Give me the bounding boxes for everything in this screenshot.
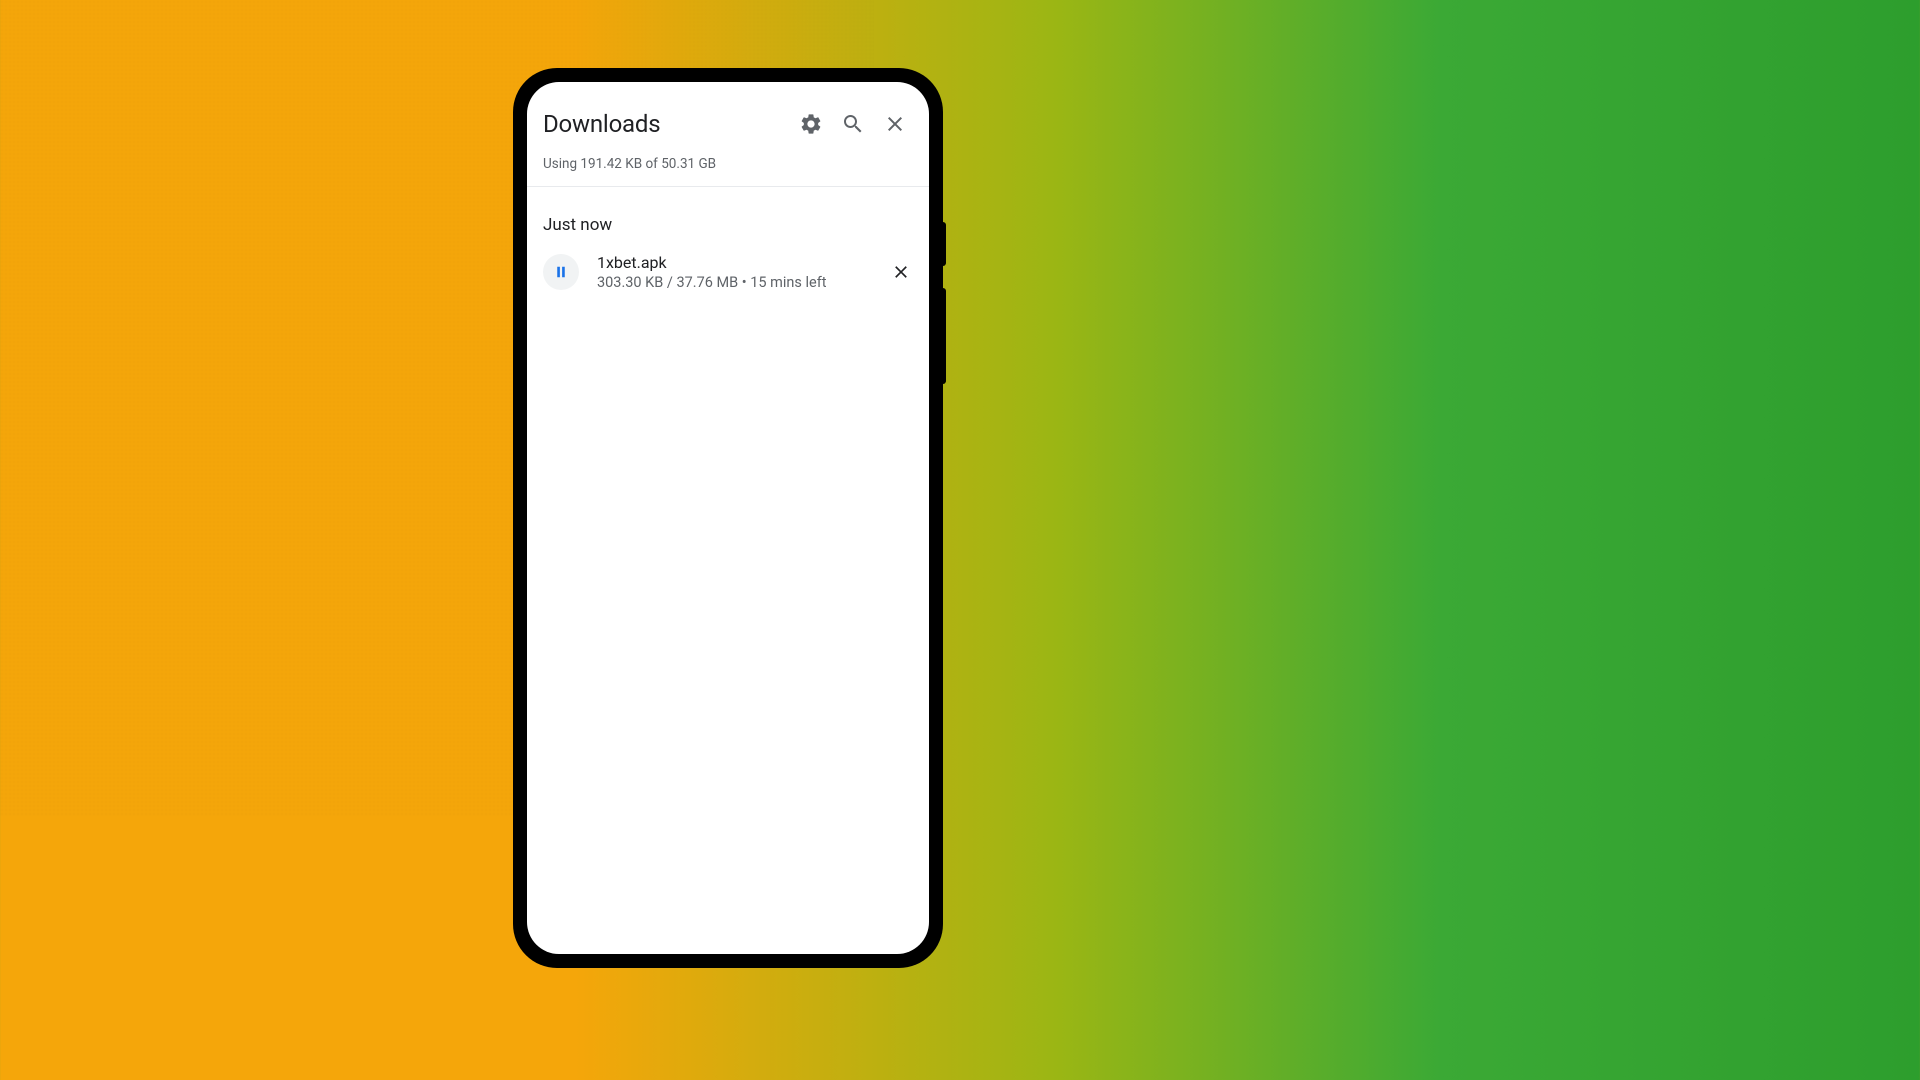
downloads-header: Downloads <box>527 82 929 150</box>
close-button[interactable] <box>883 112 907 136</box>
phone-volume-button <box>942 288 946 384</box>
search-icon <box>841 112 865 136</box>
pause-download-button[interactable] <box>543 254 579 290</box>
search-button[interactable] <box>841 112 865 136</box>
gear-icon <box>799 112 823 136</box>
cancel-download-button[interactable] <box>889 260 913 284</box>
settings-button[interactable] <box>799 112 823 136</box>
download-progress-text: 303.30 KB / 37.76 MB • 15 mins left <box>597 274 871 291</box>
download-filename: 1xbet.apk <box>597 253 871 272</box>
section-label: Just now <box>527 187 929 245</box>
pause-icon <box>552 263 570 281</box>
download-item[interactable]: 1xbet.apk 303.30 KB / 37.76 MB • 15 mins… <box>527 245 929 299</box>
storage-usage-text: Using 191.42 KB of 50.31 GB <box>527 150 929 187</box>
download-info: 1xbet.apk 303.30 KB / 37.76 MB • 15 mins… <box>597 253 871 291</box>
close-icon <box>891 262 911 282</box>
page-title: Downloads <box>543 110 799 138</box>
phone-screen: Downloads Usi <box>527 82 929 954</box>
header-actions <box>799 112 915 136</box>
phone-power-button <box>942 222 946 266</box>
close-icon <box>883 112 907 136</box>
phone-device-frame: Downloads Usi <box>513 68 943 968</box>
